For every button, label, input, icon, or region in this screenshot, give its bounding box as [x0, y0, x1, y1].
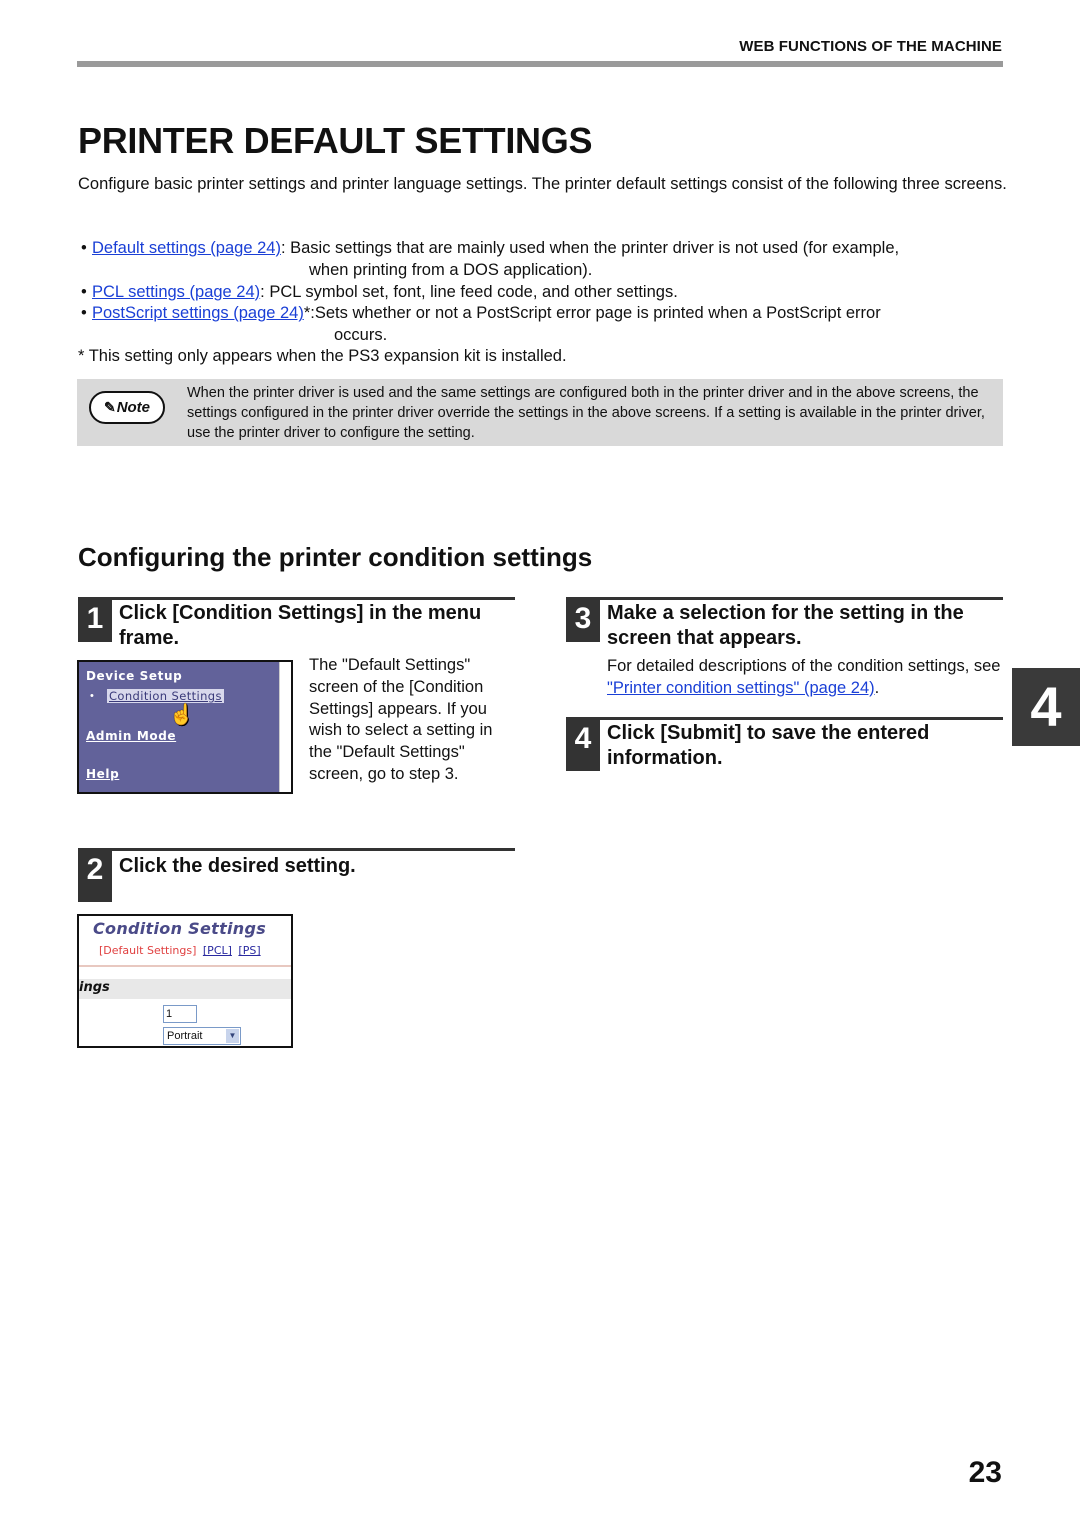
step-rule [566, 597, 1003, 600]
condition-settings-screenshot: Condition Settings [Default Settings] [P… [77, 914, 293, 1048]
chapter-tab: 4 [1012, 668, 1080, 746]
step-1: 1 Click [Condition Settings] in the menu… [78, 597, 515, 649]
bullet-icon: • [81, 304, 87, 323]
header-rule [77, 61, 1003, 67]
note-text: When the printer driver is used and the … [187, 385, 985, 441]
copies-input[interactable]: 1 [163, 1005, 197, 1023]
bullet-continuation: occurs. [334, 326, 388, 345]
page-number: 23 [968, 1456, 1002, 1489]
step-3-description: For detailed descriptions of the conditi… [607, 655, 1007, 699]
step-number: 2 [78, 851, 112, 902]
bullet-text: *:Sets whether or not a PostScript error… [303, 304, 881, 323]
footnote: * This setting only appears when the PS3… [78, 347, 567, 365]
bullet-icon: • [81, 239, 87, 257]
note-badge-label: Note [116, 399, 151, 416]
bullet-icon: • [81, 282, 87, 301]
default-settings-link[interactable]: Default settings (page 24) [92, 239, 281, 257]
page-title: PRINTER DEFAULT SETTINGS [78, 120, 593, 161]
menu-item-admin-mode[interactable]: Admin Mode [86, 729, 176, 743]
bullet-text: : PCL symbol set, font, line feed code, … [260, 282, 678, 301]
note-box: ✎ Note When the printer driver is used a… [77, 379, 1003, 446]
orientation-select-value: Portrait [167, 1030, 203, 1042]
orientation-select[interactable]: Portrait ▼ [163, 1027, 241, 1045]
bullet-item-pcl: • PCL settings (page 24): PCL symbol set… [78, 282, 1008, 304]
intro-paragraph: Configure basic printer settings and pri… [78, 175, 1007, 193]
chevron-down-icon[interactable]: ▼ [226, 1029, 239, 1043]
step-title: Click [Submit] to save the entered infor… [607, 722, 930, 769]
postscript-settings-link[interactable]: PostScript settings (page 24) [92, 304, 304, 322]
running-header: WEB FUNCTIONS OF THE MACHINE [739, 38, 1002, 55]
step-title: Click [Condition Settings] in the menu f… [119, 602, 482, 649]
condition-settings-title: Condition Settings [93, 919, 267, 938]
step-rule [78, 597, 515, 600]
step-rule [566, 717, 1003, 720]
step-2: 2 Click the desired setting. [78, 848, 515, 902]
settings-bullet-list: • Default settings (page 24): Basic sett… [78, 238, 1008, 347]
pencil-icon: ✎ [103, 399, 116, 415]
menu-item-help[interactable]: Help [86, 767, 119, 781]
step-3-description-text: For detailed descriptions of the conditi… [607, 657, 1001, 675]
tab-default-settings[interactable]: [Default Settings] [99, 944, 196, 957]
step-4: 4 Click [Submit] to save the entered inf… [566, 717, 1003, 771]
scrollbar[interactable] [279, 662, 291, 792]
section-title: Configuring the printer condition settin… [78, 542, 593, 572]
step-3: 3 Make a selection for the setting in th… [566, 597, 1003, 649]
note-badge: ✎ Note [89, 391, 165, 424]
pcl-settings-link[interactable]: PCL settings (page 24) [92, 283, 260, 301]
step-rule [78, 848, 515, 851]
bullet-text: : Basic settings that are mainly used wh… [280, 239, 900, 257]
tab-pcl[interactable]: [PCL] [203, 944, 232, 957]
menu-heading-device-setup: Device Setup [86, 669, 183, 683]
hand-cursor-icon: ☝ [169, 704, 194, 726]
step-title: Click the desired setting. [119, 855, 356, 877]
step-number: 1 [78, 600, 112, 642]
bullet-item-default: • Default settings (page 24): Basic sett… [78, 238, 1008, 260]
step-3-description-suffix: . [874, 679, 880, 697]
settings-band-label: ings [79, 980, 110, 995]
menu-item-condition-settings[interactable]: Condition Settings [107, 689, 224, 703]
bullet-item-postscript: • PostScript settings (page 24)*:Sets wh… [78, 303, 1008, 325]
printer-condition-settings-link[interactable]: "Printer condition settings" (page 24) [607, 679, 875, 697]
condition-tabs: [Default Settings] [PCL] [PS] [99, 944, 261, 957]
divider [79, 965, 291, 967]
tab-ps[interactable]: [PS] [238, 944, 260, 957]
step-number: 3 [566, 600, 600, 642]
settings-band: ings [79, 979, 291, 999]
bullet-continuation: when printing from a DOS application). [309, 260, 593, 279]
bullet-icon: • [90, 690, 94, 702]
step-number: 4 [566, 720, 600, 771]
step-title: Make a selection for the setting in the … [607, 602, 964, 649]
step-1-description: The "Default Settings" screen of the [Co… [309, 656, 493, 783]
menu-frame-screenshot: Device Setup • Condition Settings ☝ Admi… [77, 660, 293, 794]
